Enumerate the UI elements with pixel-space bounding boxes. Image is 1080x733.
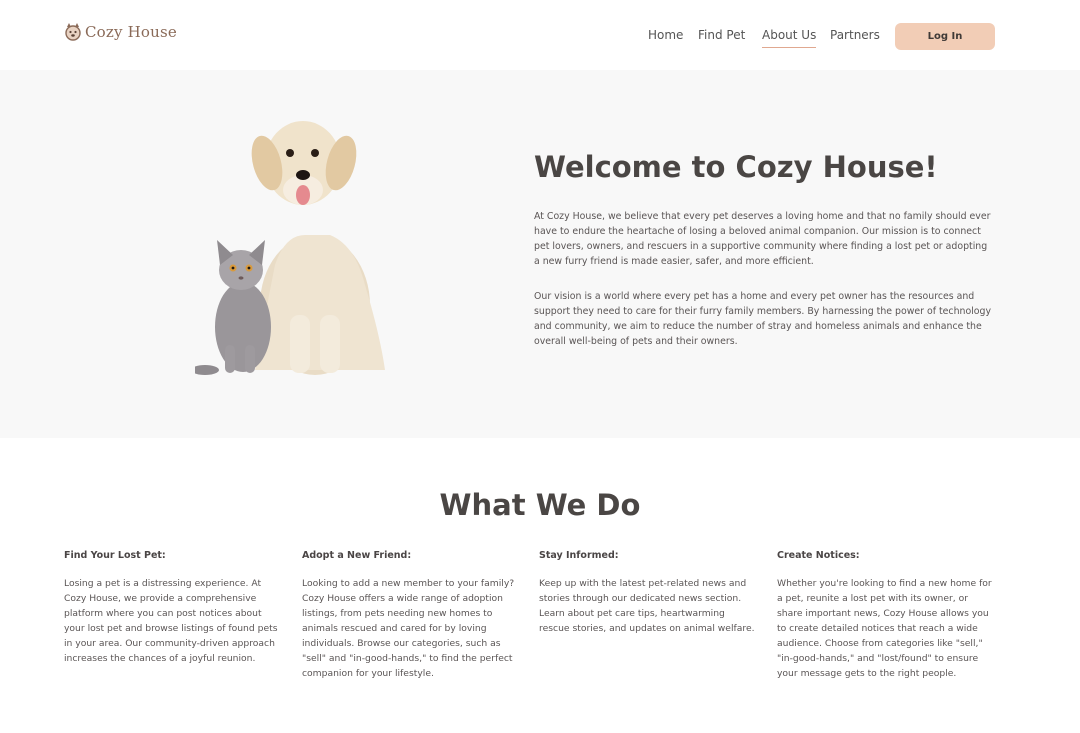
login-button[interactable]: Log In [895,23,995,50]
brand-logo[interactable]: Cozy House [64,22,177,42]
service-text: Keep up with the latest pet-related news… [539,578,755,634]
what-we-do-title: What We Do [439,488,641,522]
dog-and-cat-illustration-icon [195,121,385,375]
hero-mission-paragraph: At Cozy House, we believe that every pet… [534,211,991,267]
service-title: Adopt a New Friend: [302,550,412,561]
brand-name: Cozy House [85,23,177,41]
service-text: Losing a pet is a distressing experience… [64,578,278,664]
service-text: Looking to add a new member to your fami… [302,578,515,679]
service-text: Whether you're looking to find a new hom… [777,578,992,679]
nav-about-us[interactable]: About Us [762,28,817,48]
hero-title: Welcome to Cozy House! [534,150,938,184]
nav-find-pet[interactable]: Find Pet [698,28,745,42]
nav-partners[interactable]: Partners [830,28,880,42]
nav-home[interactable]: Home [648,28,683,42]
service-create-notices: Create Notices: Whether you're looking t… [777,550,995,681]
hero-vision-paragraph: Our vision is a world where every pet ha… [534,291,992,347]
service-stay-informed: Stay Informed: Keep up with the latest p… [539,550,757,636]
site-header: Cozy House Home Find Pet About Us Partne… [0,0,1080,70]
service-find-lost-pet: Find Your Lost Pet: Losing a pet is a di… [64,550,282,666]
service-title: Stay Informed: [539,550,619,561]
hero-section: Welcome to Cozy House! At Cozy House, we… [0,70,1080,438]
service-adopt-friend: Adopt a New Friend: Looking to add a new… [302,550,520,681]
paw-house-logo-icon [65,23,81,41]
service-title: Create Notices: [777,550,860,561]
service-title: Find Your Lost Pet: [64,550,166,561]
